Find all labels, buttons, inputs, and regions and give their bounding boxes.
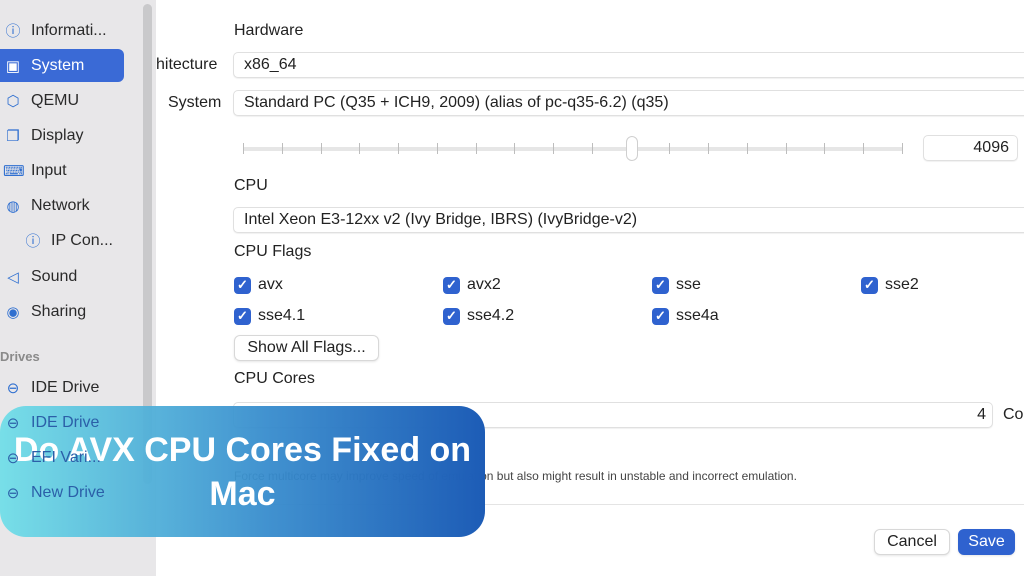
sidebar-item-input[interactable]: ⌨ Input [0, 154, 124, 187]
sidebar-item-label: QEMU [31, 91, 79, 109]
flag-label: sse2 [885, 276, 919, 293]
flag-sse4a-checkbox[interactable]: ✓ sse4a [652, 307, 719, 325]
slider-tick [785, 143, 787, 154]
slider-tick [359, 143, 361, 154]
slider-tick [243, 143, 244, 154]
sidebar-item-label: Input [31, 161, 67, 179]
cpu-select[interactable]: Intel Xeon E3-12xx v2 (Ivy Bridge, IBRS)… [233, 207, 1024, 233]
drive-icon: ⊖ [6, 449, 20, 467]
cpu-flags-label: CPU Flags [234, 243, 312, 260]
globe-icon: ◍ [6, 197, 20, 215]
slider-tick [320, 143, 322, 154]
person-icon: ◉ [6, 303, 20, 321]
drive-icon: ⊖ [6, 379, 20, 397]
checkmark-icon: ✓ [234, 307, 251, 325]
memory-slider-thumb[interactable] [626, 136, 639, 161]
sidebar-item-drive[interactable]: ⊖ EFI Vari... [0, 441, 124, 474]
flag-label: sse [676, 276, 701, 293]
cancel-button[interactable]: Cancel [874, 529, 950, 555]
drive-icon: ⊖ [6, 484, 20, 502]
checkmark-icon: ✓ [234, 276, 251, 294]
cores-suffix: Co [1003, 406, 1024, 423]
checkmark-icon: ✓ [861, 276, 878, 294]
slider-tick [591, 143, 593, 154]
sidebar-item-network[interactable]: ◍ Network [0, 189, 124, 222]
flag-label: sse4.1 [258, 307, 306, 324]
cpu-label: CPU [234, 177, 268, 194]
sidebar-item-label: IP Con... [51, 231, 113, 249]
slider-tick [746, 143, 748, 154]
sidebar-item-information[interactable]: ⓘ Informati... [0, 14, 124, 47]
sidebar-item-label: IDE Drive [31, 413, 100, 431]
flag-avx2-checkbox[interactable]: ✓ avx2 [443, 276, 501, 294]
cpu-cores-label: CPU Cores [234, 370, 315, 387]
slider-tick [902, 143, 903, 154]
drives-header: Drives [0, 349, 40, 364]
slider-tick [514, 143, 516, 154]
sidebar-item-drive[interactable]: ⊖ IDE Drive [0, 406, 124, 439]
slider-tick [475, 143, 477, 154]
sidebar-item-label: Display [31, 126, 84, 144]
flag-label: sse4.2 [467, 307, 515, 324]
sidebar-item-label: System [31, 56, 85, 74]
flag-sse42-checkbox[interactable]: ✓ sse4.2 [443, 307, 514, 325]
sidebar-item-system[interactable]: ▣ System [0, 49, 124, 82]
sidebar-item-drive[interactable]: ⊖ New Drive [0, 476, 124, 509]
info-icon: ⓘ [5, 23, 21, 40]
checkmark-icon: ✓ [652, 276, 669, 294]
hardware-header: Hardware [234, 22, 304, 39]
slider-tick [281, 143, 283, 154]
sidebar-item-sharing[interactable]: ◉ Sharing [0, 295, 124, 328]
memory-slider-track[interactable] [243, 143, 903, 154]
architecture-select[interactable]: x86_64 [233, 52, 1024, 78]
save-button[interactable]: Save [958, 529, 1015, 555]
flag-label: avx2 [467, 276, 501, 293]
drive-icon: ⊖ [6, 414, 20, 432]
sidebar-item-sound[interactable]: ◁ Sound [0, 260, 124, 293]
checkmark-icon: ✓ [443, 276, 460, 294]
architecture-label: hitecture [156, 56, 218, 73]
info-icon: ⓘ [25, 233, 41, 250]
slider-tick [398, 143, 400, 154]
slider-tick [824, 143, 826, 154]
display-icon: ❐ [6, 127, 20, 145]
sidebar-item-label: Network [31, 196, 90, 214]
system-select[interactable]: Standard PC (Q35 + ICH9, 2009) (alias of… [233, 90, 1024, 116]
slider-tick [708, 143, 710, 154]
memory-input[interactable]: 4096 [923, 135, 1018, 161]
flag-sse2-checkbox[interactable]: ✓ sse2 [861, 276, 919, 294]
show-all-flags-button[interactable]: Show All Flags... [234, 335, 379, 361]
slider-tick [553, 143, 555, 154]
sidebar-item-drive[interactable]: ⊖ IDE Drive [0, 371, 124, 404]
checkmark-icon: ✓ [443, 307, 460, 325]
sidebar-item-label: EFI Vari... [31, 448, 101, 466]
flag-label: avx [258, 276, 283, 293]
flag-label: sse4a [676, 307, 719, 324]
system-label: System [168, 94, 222, 111]
checkmark-icon: ✓ [652, 307, 669, 325]
cube-icon: ⬡ [6, 92, 20, 110]
flag-sse41-checkbox[interactable]: ✓ sse4.1 [234, 307, 305, 325]
sidebar-item-label: Sharing [31, 302, 87, 320]
sidebar-item-label: IDE Drive [31, 378, 100, 396]
chip-icon: ▣ [5, 57, 21, 75]
slider-tick [669, 143, 671, 154]
speaker-icon: ◁ [7, 268, 19, 286]
keyboard-icon: ⌨ [3, 162, 25, 180]
sidebar-item-label: New Drive [31, 483, 105, 501]
sidebar-item-display[interactable]: ❐ Display [0, 119, 124, 152]
flag-sse-checkbox[interactable]: ✓ sse [652, 276, 701, 294]
sidebar-item-qemu[interactable]: ⬡ QEMU [0, 84, 124, 117]
sidebar-item-label: Informati... [31, 21, 107, 39]
slider-tick [436, 143, 438, 154]
sidebar-item-ip-config[interactable]: ⓘ IP Con... [0, 224, 124, 257]
slider-tick [863, 143, 865, 154]
flag-avx-checkbox[interactable]: ✓ avx [234, 276, 283, 294]
sidebar-item-label: Sound [31, 267, 78, 285]
